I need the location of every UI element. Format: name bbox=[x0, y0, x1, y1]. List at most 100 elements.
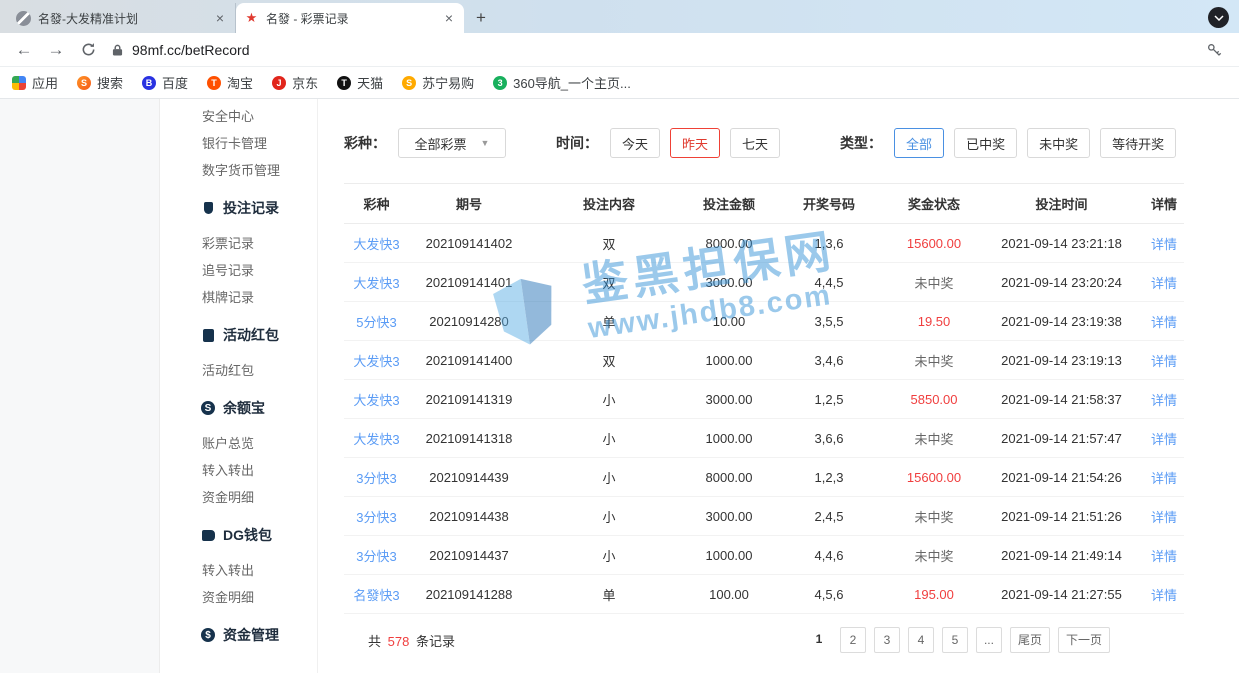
bet-amount: 8000.00 bbox=[689, 470, 769, 485]
issue-number: 20210914280 bbox=[409, 314, 529, 329]
sidebar-item[interactable]: 棋牌记录 bbox=[160, 283, 317, 310]
sidebar-item[interactable]: DG钱包 bbox=[160, 520, 317, 550]
page-button[interactable]: 1 bbox=[806, 627, 832, 653]
bookmark-item[interactable]: 百度 bbox=[142, 73, 188, 92]
lottery-name-link[interactable]: 3分快3 bbox=[344, 546, 409, 565]
page-button[interactable]: 下一页 bbox=[1058, 627, 1110, 653]
new-tab-button[interactable]: + bbox=[468, 6, 494, 30]
type-filter-button[interactable]: 未中奖 bbox=[1027, 128, 1090, 158]
detail-link[interactable]: 详情 bbox=[1144, 351, 1184, 370]
lottery-name-link[interactable]: 大发快3 bbox=[344, 273, 409, 292]
page-button[interactable]: ... bbox=[976, 627, 1002, 653]
page-button[interactable]: 尾页 bbox=[1010, 627, 1050, 653]
lottery-select[interactable]: 全部彩票 ▼ bbox=[398, 128, 506, 158]
sidebar-item[interactable]: 资金管理 bbox=[160, 620, 317, 650]
lottery-name-link[interactable]: 大发快3 bbox=[344, 429, 409, 448]
sidebar-item[interactable]: 余额宝 bbox=[160, 393, 317, 423]
sidebar-item[interactable]: 活动红包 bbox=[160, 356, 317, 383]
back-button[interactable]: ← bbox=[12, 38, 36, 62]
detail-link[interactable]: 详情 bbox=[1144, 507, 1184, 526]
sidebar-item[interactable]: 投注记录 bbox=[160, 193, 317, 223]
lottery-name-link[interactable]: 名發快3 bbox=[344, 585, 409, 604]
tab-close-icon[interactable]: × bbox=[213, 10, 227, 26]
page-button[interactable]: 3 bbox=[874, 627, 900, 653]
time-filter-button[interactable]: 今天 bbox=[610, 128, 660, 158]
page-button[interactable]: 5 bbox=[942, 627, 968, 653]
tab-close-icon[interactable]: × bbox=[442, 10, 456, 26]
forward-button[interactable]: → bbox=[44, 38, 68, 62]
detail-link[interactable]: 详情 bbox=[1144, 390, 1184, 409]
bookmark-item[interactable]: 搜索 bbox=[77, 73, 123, 92]
sidebar-section-icon bbox=[200, 200, 216, 216]
lottery-name-link[interactable]: 大发快3 bbox=[344, 234, 409, 253]
bookmark-item[interactable]: 360导航_一个主页... bbox=[493, 73, 631, 92]
time-filter-button[interactable]: 昨天 bbox=[670, 128, 720, 158]
bookmark-label: 360导航_一个主页... bbox=[513, 73, 631, 92]
bookmark-item[interactable]: 天猫 bbox=[337, 73, 383, 92]
sidebar-item[interactable]: 资金明细 bbox=[160, 583, 317, 610]
reload-icon bbox=[81, 42, 96, 57]
bet-amount: 1000.00 bbox=[689, 353, 769, 368]
lottery-name-link[interactable]: 3分快3 bbox=[344, 468, 409, 487]
sidebar-item[interactable]: 彩票记录 bbox=[160, 229, 317, 256]
bet-content: 小 bbox=[529, 468, 689, 487]
page-button[interactable]: 2 bbox=[840, 627, 866, 653]
lottery-name-link[interactable]: 5分快3 bbox=[344, 312, 409, 331]
type-filter-button[interactable]: 已中奖 bbox=[954, 128, 1017, 158]
browser-tab[interactable]: 名發 - 彩票记录 × bbox=[236, 3, 464, 33]
bookmark-favicon bbox=[402, 76, 416, 90]
detail-link[interactable]: 详情 bbox=[1144, 273, 1184, 292]
detail-link[interactable]: 详情 bbox=[1144, 312, 1184, 331]
table-header-cell: 投注内容 bbox=[529, 194, 689, 213]
sidebar-item[interactable]: 数字货币管理 bbox=[160, 156, 317, 183]
bookmark-favicon bbox=[207, 76, 221, 90]
address-bar[interactable]: 98mf.cc/betRecord bbox=[112, 42, 1201, 58]
detail-link[interactable]: 详情 bbox=[1144, 234, 1184, 253]
bookmark-item[interactable]: 应用 bbox=[12, 73, 58, 92]
bookmark-favicon bbox=[337, 76, 351, 90]
draw-numbers: 3,4,6 bbox=[769, 353, 889, 368]
draw-numbers: 3,5,5 bbox=[769, 314, 889, 329]
detail-link[interactable]: 详情 bbox=[1144, 468, 1184, 487]
page-button[interactable]: 4 bbox=[908, 627, 934, 653]
time-filter-group: 今天 昨天 七天 bbox=[610, 128, 790, 158]
lottery-name-link[interactable]: 大发快3 bbox=[344, 390, 409, 409]
prize-status: 未中奖 bbox=[889, 351, 979, 370]
draw-numbers: 3,6,6 bbox=[769, 431, 889, 446]
bet-content: 小 bbox=[529, 429, 689, 448]
lottery-name-link[interactable]: 3分快3 bbox=[344, 507, 409, 526]
sidebar-item[interactable]: 银行卡管理 bbox=[160, 129, 317, 156]
type-filter-button[interactable]: 等待开奖 bbox=[1100, 128, 1176, 158]
type-filter-button[interactable]: 全部 bbox=[894, 128, 944, 158]
browser-tab[interactable]: 名發-大发精准计划 × bbox=[8, 3, 236, 33]
bet-content: 双 bbox=[529, 351, 689, 370]
sidebar-item-label: 安全中心 bbox=[202, 106, 254, 125]
time-filter-button[interactable]: 七天 bbox=[730, 128, 780, 158]
detail-link[interactable]: 详情 bbox=[1144, 546, 1184, 565]
draw-numbers: 4,4,6 bbox=[769, 548, 889, 563]
bookmark-item[interactable]: 淘宝 bbox=[207, 73, 253, 92]
reload-button[interactable] bbox=[76, 38, 100, 62]
issue-number: 20210914438 bbox=[409, 509, 529, 524]
detail-link[interactable]: 详情 bbox=[1144, 429, 1184, 448]
summary-suffix: 条记录 bbox=[416, 634, 455, 649]
sidebar-item[interactable]: 资金明细 bbox=[160, 483, 317, 510]
lottery-name-link[interactable]: 大发快3 bbox=[344, 351, 409, 370]
bet-amount: 3000.00 bbox=[689, 392, 769, 407]
sidebar-item[interactable]: 活动红包 bbox=[160, 320, 317, 350]
sidebar-item-label: 银行卡管理 bbox=[202, 133, 267, 152]
bet-content: 单 bbox=[529, 585, 689, 604]
sidebar-item[interactable]: 转入转出 bbox=[160, 556, 317, 583]
sidebar-item[interactable]: 追号记录 bbox=[160, 256, 317, 283]
bet-time: 2021-09-14 23:19:13 bbox=[979, 353, 1144, 368]
sidebar-item[interactable]: 安全中心 bbox=[160, 102, 317, 129]
detail-link[interactable]: 详情 bbox=[1144, 585, 1184, 604]
sidebar-item[interactable]: 转入转出 bbox=[160, 456, 317, 483]
key-icon[interactable] bbox=[1201, 38, 1227, 62]
bookmark-item[interactable]: 苏宁易购 bbox=[402, 73, 474, 92]
table-row: 大发快3 202109141318 小 1000.00 3,6,6 未中奖 20… bbox=[344, 419, 1184, 458]
bookmark-label: 淘宝 bbox=[227, 73, 253, 92]
bookmark-item[interactable]: 京东 bbox=[272, 73, 318, 92]
sidebar-item[interactable]: 账户总览 bbox=[160, 429, 317, 456]
browser-menu-button[interactable] bbox=[1208, 7, 1229, 28]
